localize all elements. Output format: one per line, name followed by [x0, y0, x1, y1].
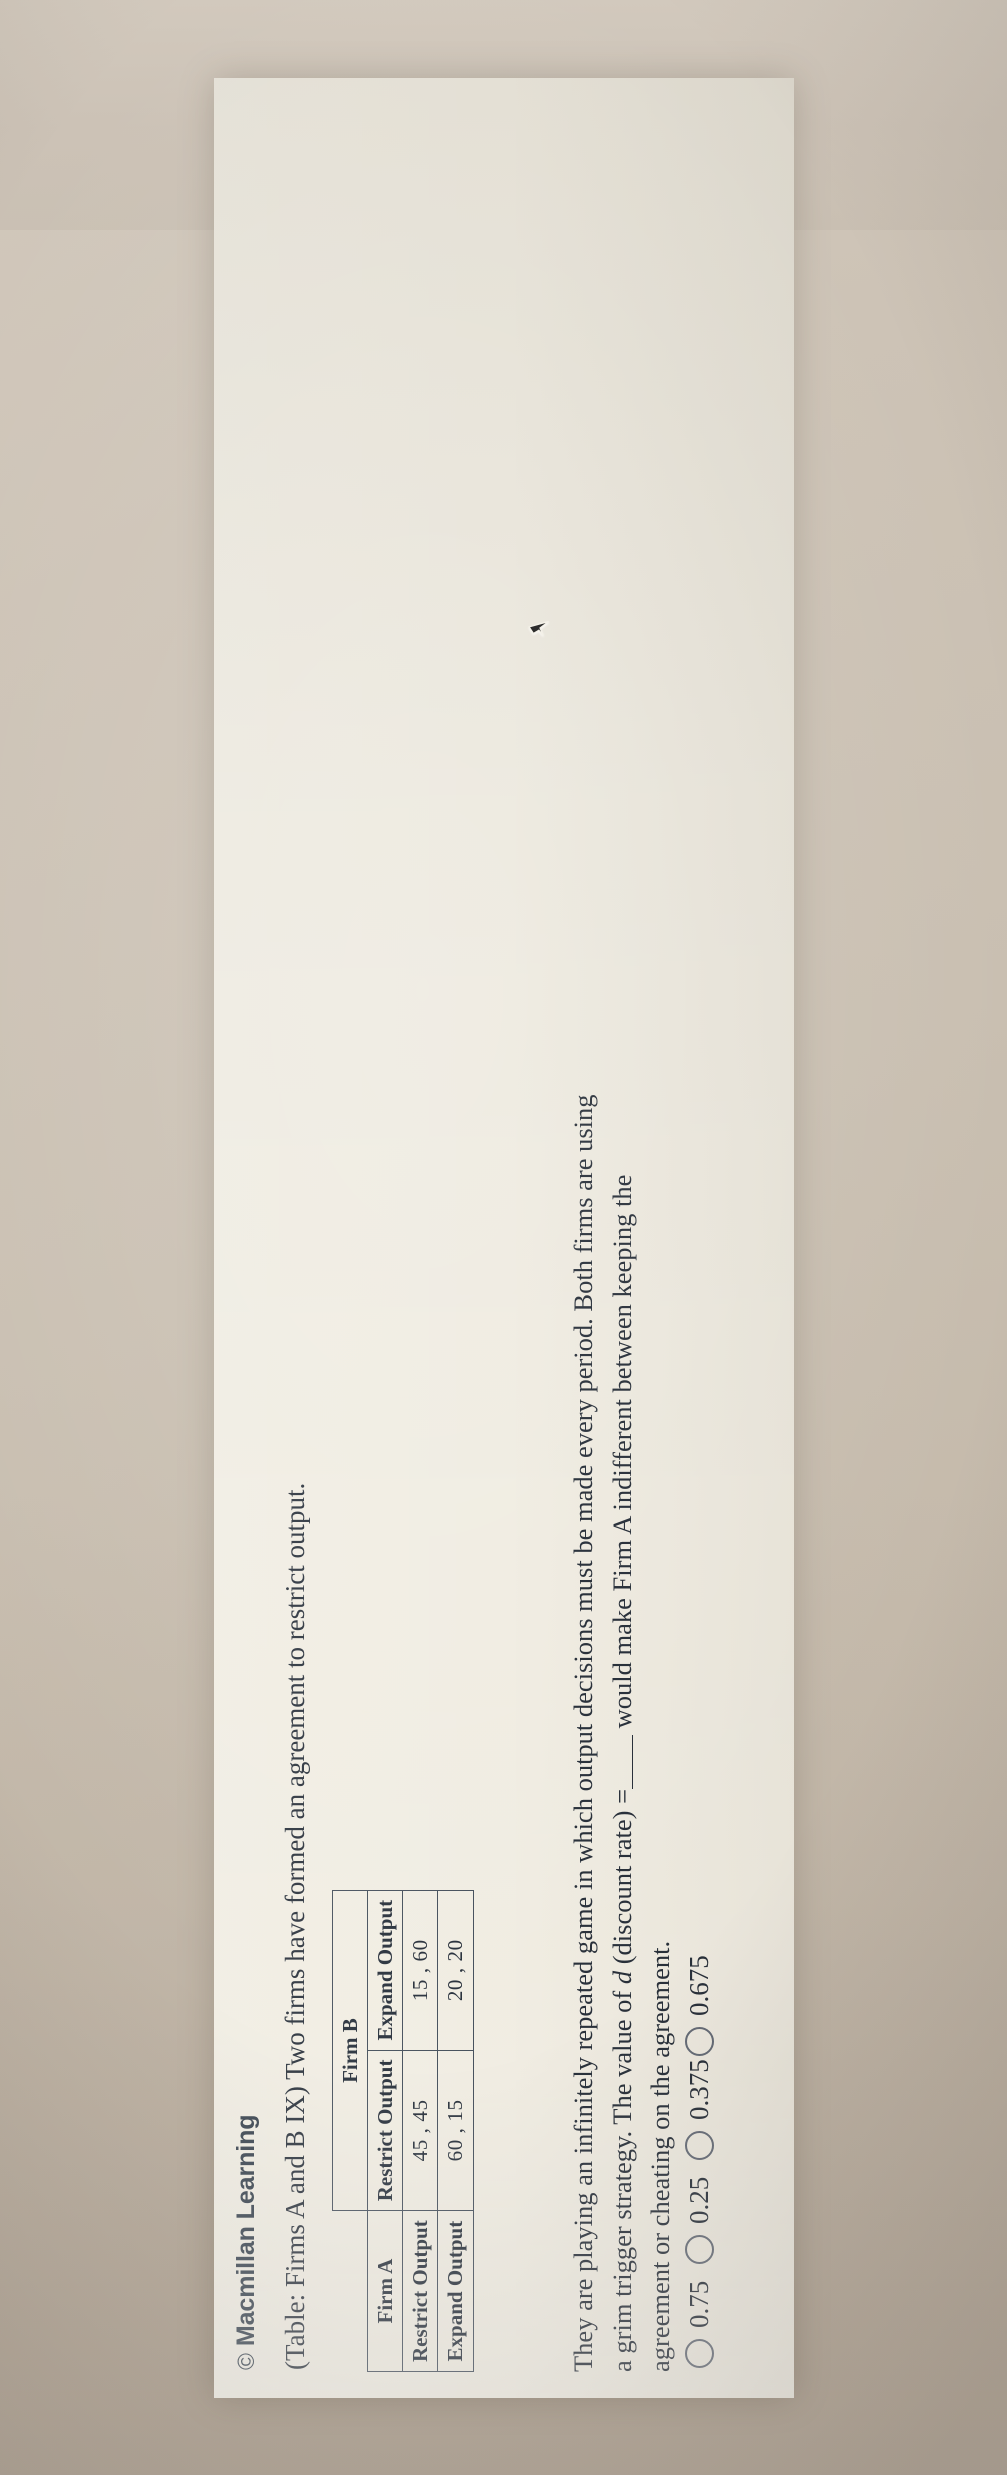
brand-name: Macmillan Learning [231, 2114, 260, 2346]
row-player-label: Firm A [367, 2210, 403, 2371]
question-narrative: They are playing an infinitely repeated … [564, 1087, 680, 2372]
col-header-restrict-output: Restrict Output [367, 2049, 403, 2211]
row-header-restrict-output: Restrict Output [402, 2210, 438, 2371]
copyright-icon: © [232, 2352, 259, 2370]
radio-button-icon[interactable] [684, 2338, 714, 2368]
radio-button-icon[interactable] [684, 2234, 714, 2264]
answer-choice-label: 0.75 [683, 2280, 714, 2328]
table-row-firmb-title: Firm B [332, 1889, 368, 2371]
answer-choice-label: 0.375 [683, 2058, 714, 2120]
answer-choice-2[interactable]: 0.375 [684, 2056, 715, 2160]
narrative-line-2: grim trigger strategy. The value of d (d… [606, 1788, 637, 2354]
payoff-matrix: Firm B Firm A Restrict Output Expand Out… [332, 1889, 474, 2371]
answer-choices: 0.75 0.25 0.375 0.675 [684, 1952, 715, 2368]
row-header-expand-output: Expand Output [437, 2210, 473, 2371]
answer-blank [631, 1734, 633, 1789]
payoff-cell-expand-expand: 20 , 20 [437, 1889, 473, 2050]
answer-choice-label: 0.675 [683, 1954, 714, 2016]
macmillan-learning-brand: © Macmillan Learning [232, 2114, 261, 2369]
matrix-corner-blank [332, 2210, 368, 2371]
column-player-label: Firm B [332, 1889, 368, 2211]
answer-choice-label: 0.25 [683, 2176, 714, 2224]
payoff-cell-restrict-restrict: 45 , 45 [402, 2049, 438, 2211]
question-prompt: (Table: Firms A and B IX) Two firms have… [279, 1482, 310, 2370]
payoff-matrix-container: Firm B Firm A Restrict Output Expand Out… [332, 1889, 474, 2371]
radio-button-icon[interactable] [684, 2026, 714, 2056]
payoff-cell-restrict-expand: 15 , 60 [402, 1889, 438, 2050]
question-page: © Macmillan Learning (Table: Firms A and… [214, 78, 794, 2398]
question-page-plate: © Macmillan Learning (Table: Firms A and… [213, 77, 794, 2398]
radio-button-icon[interactable] [684, 2130, 714, 2160]
answer-choice-1[interactable]: 0.25 [684, 2160, 715, 2264]
answer-choice-3[interactable]: 0.675 [684, 1952, 715, 2056]
payoff-cell-expand-restrict: 60 , 15 [437, 2049, 473, 2211]
table-row: Expand Output 60 , 15 20 , 20 [437, 1889, 473, 2371]
narrative-line-4: or cheating on the agreement. [644, 1940, 675, 2255]
col-header-expand-output: Expand Output [367, 1889, 403, 2050]
answer-choice-0[interactable]: 0.75 [684, 2264, 715, 2368]
table-row: Restrict Output 45 , 45 15 , 60 [402, 1889, 438, 2371]
table-row-headers: Firm A Restrict Output Expand Output [367, 1889, 403, 2371]
